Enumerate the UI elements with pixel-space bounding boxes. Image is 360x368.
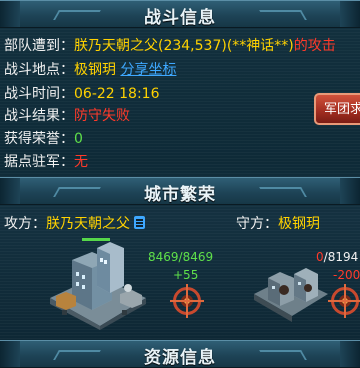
- battle-time-row: 战斗时间：06-22 18:16: [4, 84, 159, 104]
- location-label: 战斗地点：: [4, 62, 74, 78]
- time-label: 战斗时间：: [4, 86, 74, 102]
- header-cap-right: [340, 1, 360, 27]
- attacker-label: 攻方：: [4, 216, 46, 232]
- attacker-max: 8469: [182, 250, 214, 264]
- prosperity-header: 城市繁荣: [0, 177, 360, 205]
- troop-label: 部队遭到：: [4, 38, 74, 54]
- attacker-name[interactable]: 朕乃天朝之父: [46, 216, 130, 232]
- attacker-change: +55: [173, 268, 199, 282]
- attacker-hp-bar: [82, 238, 110, 241]
- header-deco-right: [259, 350, 307, 360]
- defender-name: 极钢玥: [278, 216, 320, 232]
- time-value: 06-22 18:16: [74, 86, 160, 102]
- defender-prosperity: 0/8194: [316, 250, 359, 264]
- garrison-row: 据点驻军：无: [4, 152, 88, 172]
- garrison-value: 无: [74, 154, 88, 170]
- prosperity-title: 城市繁荣: [144, 185, 216, 205]
- attacker-prosperity: 8469/8469: [148, 250, 214, 264]
- header-deco-right: [259, 187, 307, 197]
- honor-label: 获得荣誉：: [4, 131, 74, 147]
- resources-title: 资源信息: [144, 348, 216, 368]
- battle-result-row: 战斗结果：防守失败: [4, 106, 130, 126]
- garrison-label: 据点驻军：: [4, 154, 74, 170]
- location-value: 极钢玥: [74, 62, 116, 78]
- battle-location-row: 战斗地点：极钢玥 分享坐标: [4, 60, 176, 80]
- legion-report-button[interactable]: 军团求: [314, 93, 360, 125]
- troop-attacked-row: 部队遭到：朕乃天朝之父(234,537)(**神话**)的攻击: [4, 36, 336, 56]
- troop-suffix: 的攻击: [293, 38, 336, 54]
- document-icon[interactable]: [134, 216, 145, 229]
- resources-header: 资源信息: [0, 340, 360, 368]
- battle-info-title: 战斗信息: [144, 8, 216, 28]
- attacker-row: 攻方：朕乃天朝之父: [4, 213, 145, 235]
- attacker-info[interactable]: 朕乃天朝之父(234,537)(**神话**): [74, 38, 294, 54]
- attacker-current: 8469: [148, 250, 179, 264]
- honor-value: 0: [74, 131, 83, 147]
- defender-current: 0: [316, 250, 324, 264]
- defender-change: -200: [333, 268, 360, 282]
- header-cap-right: [340, 178, 360, 204]
- defender-target-icon[interactable]: [328, 284, 360, 318]
- result-value: 防守失败: [74, 108, 130, 124]
- defender-row: 守方：极钢玥: [236, 213, 320, 235]
- defender-max: 8194: [327, 250, 359, 264]
- battle-info-header: 战斗信息: [0, 0, 360, 28]
- defender-label: 守方：: [236, 216, 278, 232]
- result-label: 战斗结果：: [4, 108, 74, 124]
- honor-row: 获得荣誉：0: [4, 129, 83, 149]
- header-deco-right: [259, 10, 307, 20]
- attacker-city-image: [42, 238, 152, 330]
- header-cap-right: [340, 341, 360, 367]
- share-coordinates-link[interactable]: 分享坐标: [120, 62, 176, 78]
- attacker-target-icon[interactable]: [170, 284, 204, 318]
